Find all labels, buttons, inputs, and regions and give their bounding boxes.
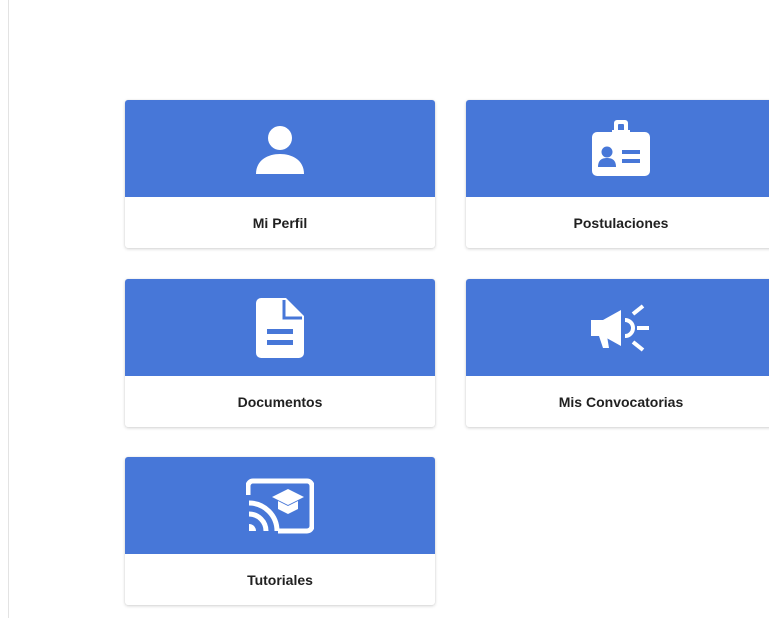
person-icon [254, 123, 306, 175]
card-header [125, 279, 435, 376]
menu-card-tutoriales[interactable]: Tutoriales [125, 457, 435, 605]
menu-card-mi-perfil[interactable]: Mi Perfil [125, 100, 435, 248]
megaphone-icon [589, 300, 653, 356]
card-label: Documentos [237, 393, 323, 410]
card-header [466, 279, 769, 376]
card-header [125, 100, 435, 197]
document-icon [254, 296, 306, 360]
card-header [466, 100, 769, 197]
id-badge-icon [590, 118, 652, 180]
card-header [125, 457, 435, 554]
menu-card-mis-convocatorias[interactable]: Mis Convocatorias [466, 279, 769, 427]
cast-for-education-icon [246, 477, 314, 535]
card-label: Tutoriales [247, 571, 313, 588]
dashboard-page: Mi Perfil Postulaciones Documentos Mis C… [0, 0, 769, 618]
card-label: Mis Convocatorias [558, 393, 684, 410]
card-label: Mi Perfil [252, 214, 308, 231]
menu-card-documentos[interactable]: Documentos [125, 279, 435, 427]
card-label: Postulaciones [573, 214, 669, 231]
left-divider [8, 0, 9, 618]
menu-card-postulaciones[interactable]: Postulaciones [466, 100, 769, 248]
